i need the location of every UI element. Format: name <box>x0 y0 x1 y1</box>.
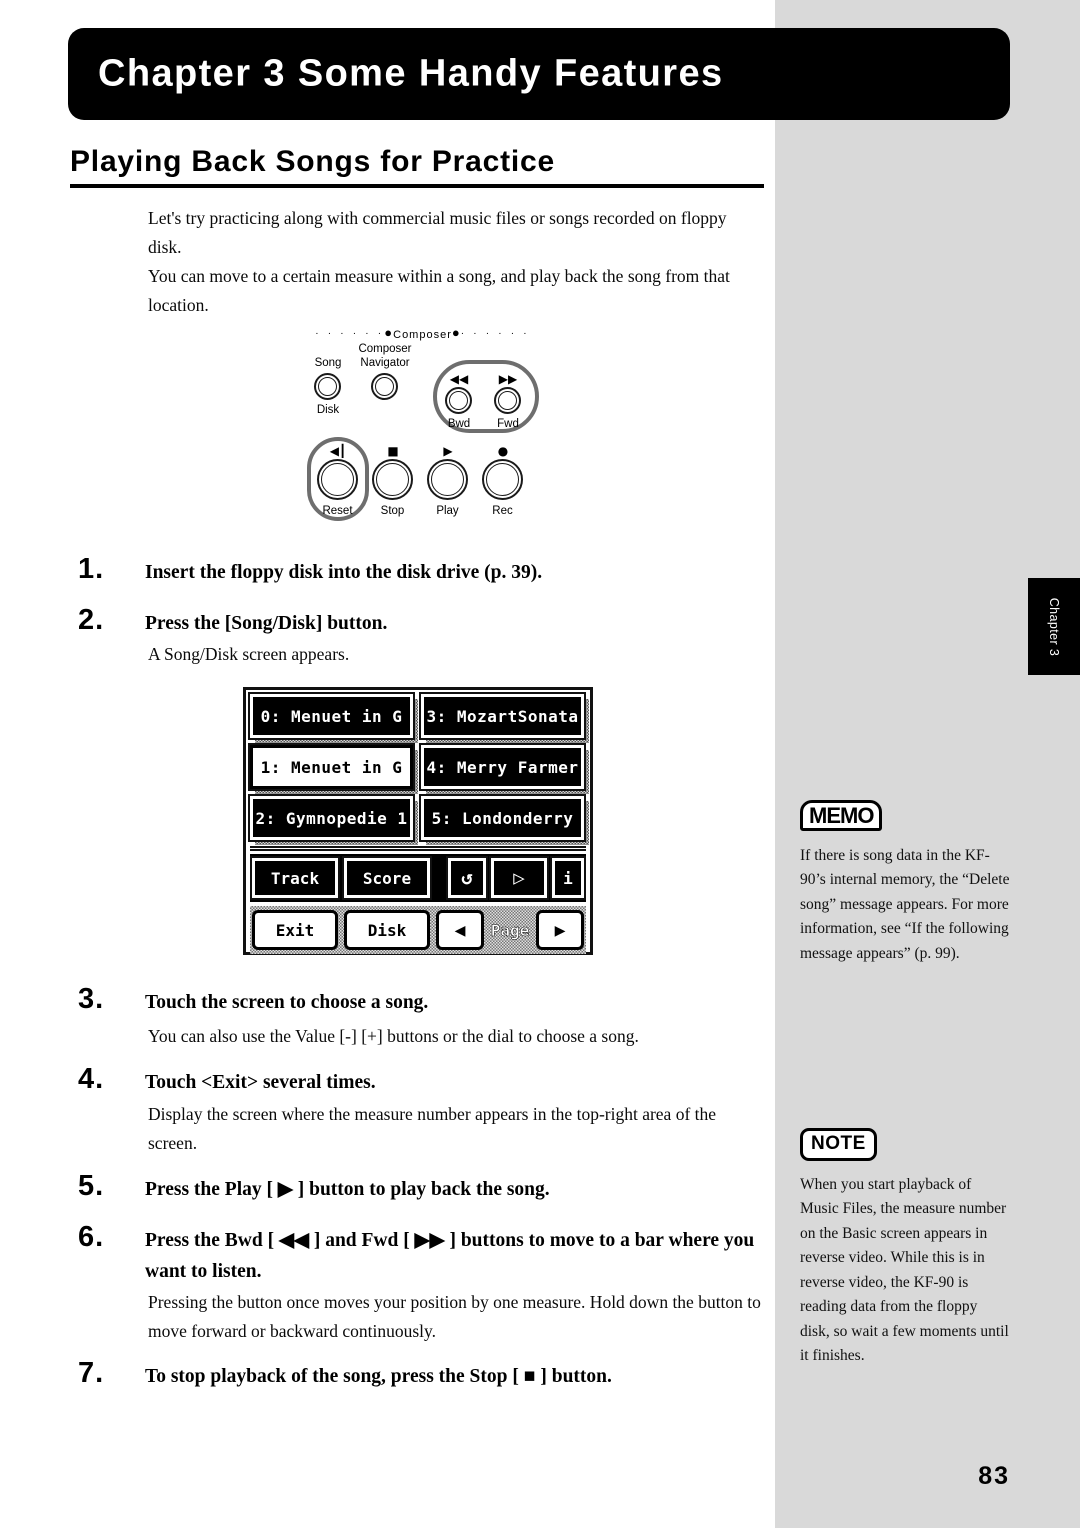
lcd-song-grid: 0: Menuet in G 3: MozartSonata 1: Menuet… <box>248 692 589 845</box>
step-2-body: A Song/Disk screen appears. <box>148 644 350 664</box>
step-6-heading: Press the Bwd [ ◀◀ ] and Fwd [ ▶▶ ] butt… <box>145 1230 755 1282</box>
lcd-page-prev-icon-button[interactable]: ◀ <box>436 910 484 950</box>
intro-paragraph-1: Let's try practicing along with commerci… <box>148 208 727 257</box>
play-label: Play <box>436 505 459 517</box>
rec-icon: ● <box>497 444 509 458</box>
step-7-heading: To stop playback of the song, press the … <box>145 1366 612 1387</box>
stop-knob[interactable] <box>372 459 413 500</box>
note-callout: NOTE When you start playback of Music Fi… <box>800 1128 1010 1369</box>
reset-label: Reset <box>322 505 353 517</box>
lcd-song-button-0[interactable]: 0: Menuet in G <box>248 692 415 740</box>
step-2-number: 2. <box>78 604 105 636</box>
lcd-song-cell: 1: Menuet in G <box>248 743 418 794</box>
bwd-label: Bwd <box>447 418 471 430</box>
step-5-number: 5. <box>78 1170 105 1202</box>
reset-icon: ◀┃ <box>329 444 347 458</box>
stop-icon: ■ <box>387 444 399 458</box>
step-3-body: You can also use the Value [-] [+] butto… <box>148 1026 639 1046</box>
step-4-number: 4. <box>78 1063 105 1095</box>
composer-dot-left-big: ● <box>384 325 394 340</box>
section-heading: Playing Back Songs for Practice <box>70 145 555 178</box>
play-knob[interactable] <box>427 459 468 500</box>
rec-knob[interactable] <box>482 459 523 500</box>
lcd-loop-icon-button[interactable]: ↺ <box>446 856 488 900</box>
memo-text: If there is song data in the KF-90’s int… <box>800 846 1010 962</box>
composer-dots-left: · · · · · · <box>315 328 385 339</box>
composer-dots-right: · · · · · · <box>460 328 530 339</box>
lcd-song-button-4[interactable]: 4: Merry Farmer <box>419 743 586 791</box>
composer-label-text: Composer <box>393 329 452 341</box>
lcd-info-icon-button[interactable]: i <box>550 856 586 900</box>
composer-dot-right-big: ● <box>451 325 461 340</box>
rec-label: Rec <box>492 505 513 517</box>
lcd-song-cell: 3: MozartSonata <box>419 692 589 743</box>
fwd-icon: ▶▶ <box>498 372 518 386</box>
lcd-song-button-2[interactable]: 2: Gymnopedie 1 <box>248 794 415 842</box>
note-badge: NOTE <box>800 1128 877 1161</box>
lcd-page-label: Page <box>490 920 530 940</box>
step-6-body: Pressing the button once moves your posi… <box>148 1292 761 1341</box>
memo-callout: MEMO If there is song data in the KF-90’… <box>800 800 1010 966</box>
step-5-heading: Press the Play [ ▶ ] button to play back… <box>145 1179 550 1200</box>
composer-navigator-label-line2: Navigator <box>360 357 410 369</box>
lcd-song-cell: 5: Londonderry <box>419 794 589 845</box>
lcd-song-button-5[interactable]: 5: Londonderry <box>419 794 586 842</box>
lcd-track-button[interactable]: Track <box>250 856 340 900</box>
song-disk-knob[interactable] <box>314 373 341 400</box>
fwd-knob[interactable] <box>494 387 521 414</box>
memo-badge: MEMO <box>800 800 883 831</box>
composer-panel-diagram: · · · · · ·●Composer●· · · · · · Song Di… <box>305 325 540 525</box>
disk-label: Disk <box>316 404 340 416</box>
lcd-song-button-3[interactable]: 3: MozartSonata <box>419 692 586 740</box>
step-4-body: Display the screen where the measure num… <box>148 1104 717 1153</box>
chapter-thumb-tab-label: Chapter 3 <box>1047 597 1061 656</box>
play-icon: ▶ <box>443 444 453 458</box>
composer-navigator-knob[interactable] <box>371 373 398 400</box>
lcd-function-row: Track Score ↺ ▷ i <box>250 854 586 902</box>
step-7-number: 7. <box>78 1357 105 1389</box>
reset-knob[interactable] <box>317 459 358 500</box>
song-label: Song <box>314 357 342 369</box>
lcd-page-next-icon-button[interactable]: ▶ <box>536 910 584 950</box>
lcd-play-icon-button[interactable]: ▷ <box>489 856 549 900</box>
lcd-disk-button[interactable]: Disk <box>344 910 430 950</box>
step-6-number: 6. <box>78 1221 105 1253</box>
composer-group-label: · · · · · ·●Composer●· · · · · · <box>305 325 540 341</box>
lcd-song-cell: 4: Merry Farmer <box>419 743 589 794</box>
lcd-screen-mockup: 0: Menuet in G 3: MozartSonata 1: Menuet… <box>243 687 593 955</box>
section-rule <box>70 184 764 188</box>
intro-paragraph-2: You can move to a certain measure within… <box>148 266 730 315</box>
note-text: When you start playback of Music Files, … <box>800 1175 1009 1365</box>
intro-text: Let's try practicing along with commerci… <box>148 204 753 320</box>
bwd-icon: ◀◀ <box>449 372 469 386</box>
fwd-label: Fwd <box>497 418 519 430</box>
lcd-navigation-row: Exit Disk ◀ Page ▶ <box>250 906 586 954</box>
lcd-exit-button[interactable]: Exit <box>252 910 338 950</box>
lcd-song-cell: 0: Menuet in G <box>248 692 418 743</box>
page-number: 83 <box>978 1462 1010 1490</box>
lcd-song-cell: 2: Gymnopedie 1 <box>248 794 418 845</box>
stop-label: Stop <box>380 505 405 517</box>
chapter-thumb-tab: Chapter 3 <box>1028 578 1080 675</box>
step-1-heading: Insert the floppy disk into the disk dri… <box>145 562 543 583</box>
step-4-heading: Touch <Exit> several times. <box>145 1072 376 1093</box>
bwd-knob[interactable] <box>445 387 472 414</box>
step-3-number: 3. <box>78 983 105 1015</box>
step-3-heading: Touch the screen to choose a song. <box>145 992 429 1013</box>
lcd-song-button-1-selected[interactable]: 1: Menuet in G <box>248 743 415 791</box>
composer-navigator-label-line1: Composer <box>358 343 412 355</box>
step-1-number: 1. <box>78 553 105 585</box>
chapter-title: Chapter 3 Some Handy Features <box>98 52 724 95</box>
lcd-row-separator <box>250 846 586 851</box>
lcd-score-button[interactable]: Score <box>342 856 432 900</box>
step-2-heading: Press the [Song/Disk] button. <box>145 613 388 634</box>
chapter-banner: Chapter 3 Some Handy Features <box>68 28 1010 120</box>
